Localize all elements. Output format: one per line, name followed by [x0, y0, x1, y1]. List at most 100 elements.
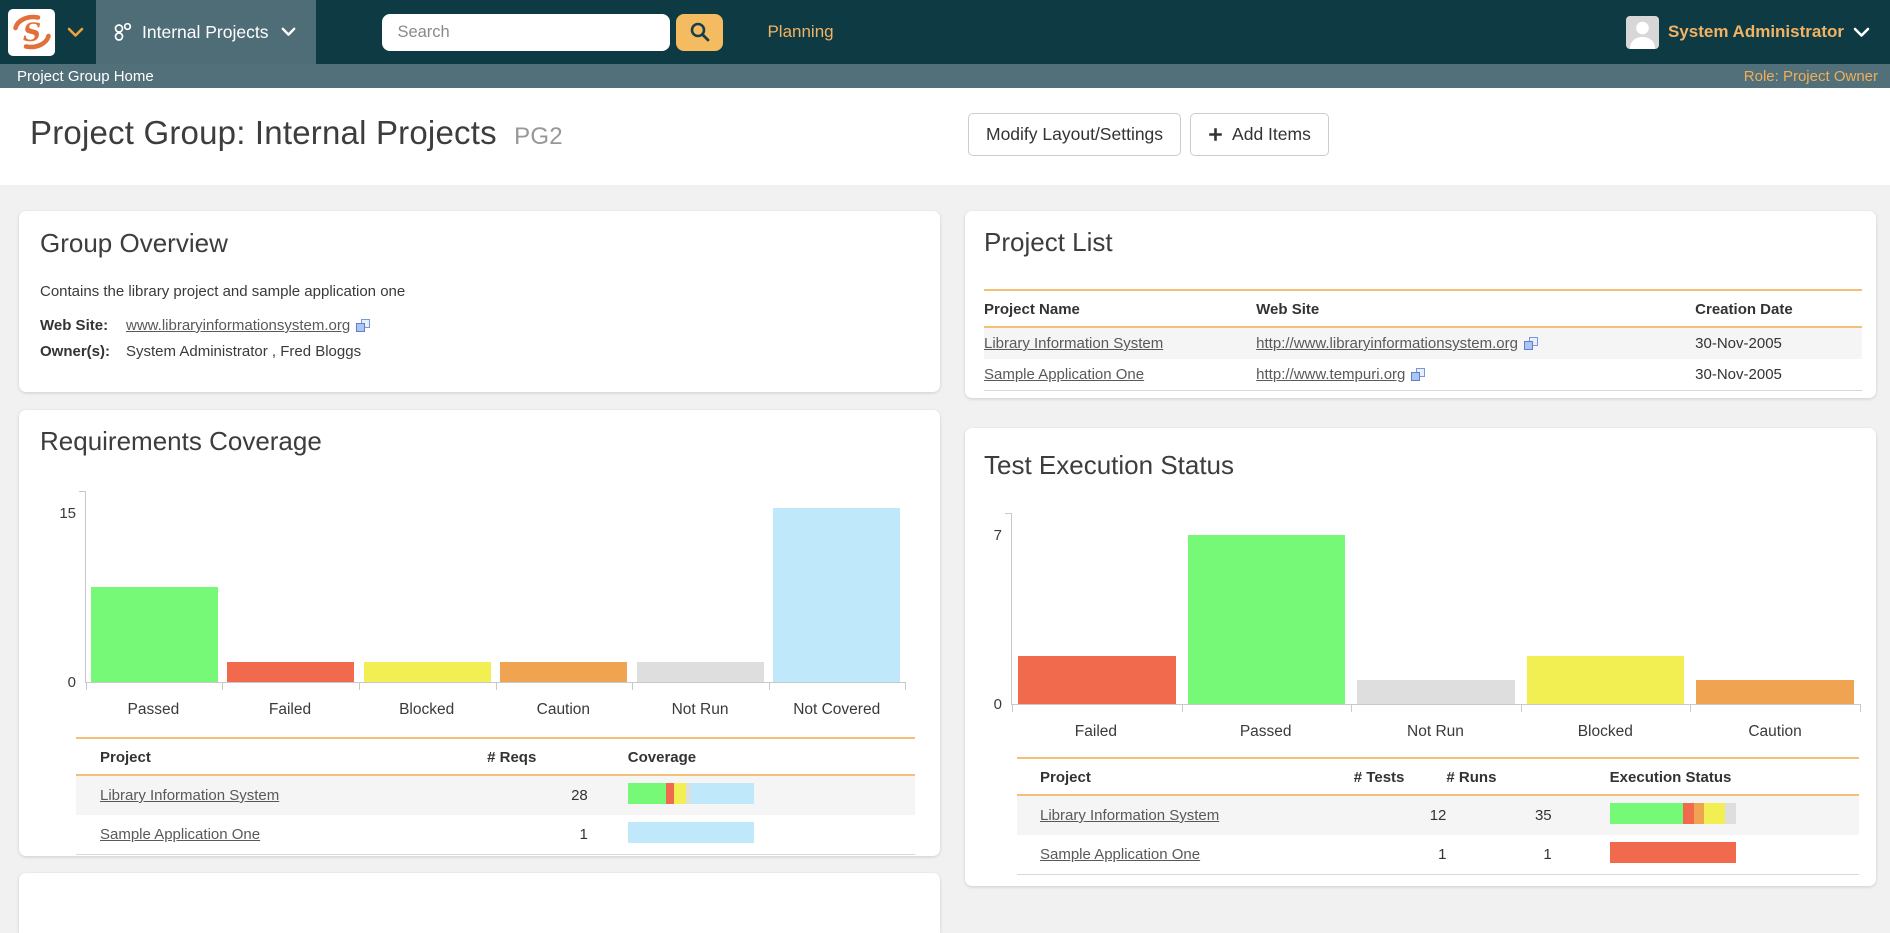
workspace-selector[interactable]: Internal Projects: [96, 0, 317, 64]
group-description: Contains the library project and sample …: [40, 283, 406, 300]
project-group-id: PG2: [514, 123, 563, 150]
website-row: Web Site: www.libraryinformationsystem.or…: [40, 317, 940, 334]
person-icon: [1625, 15, 1659, 49]
chevron-down-icon[interactable]: [67, 27, 84, 38]
open-url-icon[interactable]: [1411, 368, 1426, 381]
bar-caution[interactable]: [1696, 679, 1855, 704]
website-link[interactable]: http://www.tempuri.org: [1256, 366, 1405, 383]
project-link[interactable]: Sample Application One: [100, 826, 260, 843]
table-row: Library Information System http://www.li…: [984, 327, 1862, 359]
status-segment: [1704, 803, 1726, 824]
page-header: Project Group: Internal Projects PG2 Mod…: [0, 88, 1890, 185]
x-axis-label: Failed: [268, 701, 312, 718]
table-row: Sample Application One 1 1: [1017, 835, 1859, 875]
column-header: Project Name: [984, 289, 1257, 328]
panel-title: Requirements Coverage: [40, 426, 322, 456]
plus-icon: [1209, 128, 1222, 141]
bar-not-run[interactable]: [636, 661, 764, 682]
x-axis-tick: [631, 682, 633, 690]
website-link[interactable]: http://www.libraryinformationsystem.org: [1256, 335, 1518, 352]
project-link[interactable]: Library Information System: [984, 335, 1163, 352]
open-url-icon[interactable]: [1523, 337, 1539, 350]
project-link[interactable]: Library Information System: [100, 787, 279, 804]
bar-passed[interactable]: [90, 586, 218, 682]
bar-caution[interactable]: [500, 661, 628, 682]
breadcrumb[interactable]: Project Group Home: [17, 68, 154, 85]
table-row: Sample Application One 1: [76, 815, 915, 855]
status-segment: [1693, 803, 1705, 824]
bar-failed[interactable]: [1017, 655, 1176, 704]
column-header: # Runs: [1446, 757, 1552, 796]
add-items-label: Add Items: [1232, 124, 1311, 144]
run-count: 35: [1534, 807, 1552, 824]
x-axis-tick: [1351, 704, 1353, 712]
x-axis-tick: [495, 682, 497, 690]
project-list-panel: Project List Project Name Web Site Creat…: [965, 211, 1876, 398]
req-count: 1: [487, 815, 588, 855]
table-row: Library Information System 28: [76, 775, 915, 815]
bar-blocked[interactable]: [363, 661, 491, 682]
panel-title: Project List: [984, 227, 1113, 257]
bar-failed[interactable]: [227, 661, 355, 682]
project-link[interactable]: Sample Application One: [1040, 846, 1200, 863]
table-row: Library Information System 12 35: [1017, 795, 1859, 835]
open-url-icon[interactable]: [356, 319, 371, 332]
column-header: Project: [76, 737, 488, 776]
bar-not-covered[interactable]: [773, 507, 901, 682]
website-link[interactable]: www.libraryinformationsystem.org: [126, 317, 350, 334]
project-group-icon: [114, 22, 132, 41]
project-list-table: Project Name Web Site Creation Date Libr…: [984, 289, 1862, 391]
req-count: 28: [571, 787, 588, 804]
search-input[interactable]: [382, 13, 671, 51]
x-axis-tick: [222, 682, 224, 690]
status-segment: [666, 783, 674, 804]
bar-blocked[interactable]: [1526, 655, 1685, 704]
role-label: Role: Project Owner: [1743, 67, 1878, 85]
column-header: # Reqs: [487, 737, 588, 776]
requirements-coverage-panel: Requirements Coverage Passed Failed Blocke…: [19, 410, 940, 856]
group-overview-panel: Group Overview Contains the library proj…: [19, 211, 940, 392]
chevron-down-icon: [281, 27, 296, 37]
execution-status-bar: [1609, 803, 1736, 824]
add-items-button[interactable]: Add Items: [1190, 113, 1329, 156]
x-axis-tick: [358, 682, 360, 690]
x-axis-label: Passed: [1239, 723, 1292, 740]
creation-date: 30-Nov-2005: [1695, 359, 1862, 391]
project-link[interactable]: Library Information System: [1040, 807, 1219, 824]
next-panel-partial: [19, 873, 940, 933]
coverage-bar: [627, 822, 754, 843]
user-menu[interactable]: System Administrator: [1668, 22, 1844, 42]
status-segment: [1609, 842, 1736, 863]
status-segment: [1683, 803, 1694, 824]
search-button[interactable]: [676, 13, 724, 51]
nav-planning[interactable]: Planning: [767, 22, 833, 42]
modify-layout-button[interactable]: Modify Layout/Settings: [968, 113, 1182, 156]
table-header-row: Project # Reqs Coverage: [76, 737, 915, 776]
x-axis-tick: [1012, 704, 1013, 712]
x-axis-label: Not Run: [1407, 723, 1464, 740]
panel-title: Test Execution Status: [984, 450, 1235, 480]
run-count: 1: [1446, 835, 1552, 875]
chevron-down-icon[interactable]: [1853, 27, 1870, 38]
user-avatar[interactable]: [1625, 15, 1659, 49]
bar-passed[interactable]: [1187, 534, 1346, 704]
column-header: # Tests: [1353, 757, 1447, 796]
page-title: Project Group: Internal Projects: [30, 114, 497, 151]
column-header: Coverage: [587, 737, 915, 776]
status-segment: [1725, 803, 1736, 824]
page: { "topbar": { "workspace_label": "Intern…: [0, 0, 1890, 933]
svg-text:S: S: [22, 18, 40, 47]
x-axis-tick: [1860, 704, 1861, 712]
x-axis-tick: [1690, 704, 1692, 712]
test-count: 12: [1429, 807, 1447, 824]
project-link[interactable]: Sample Application One: [984, 366, 1144, 383]
column-header: Execution Status: [1551, 757, 1859, 796]
bar-not-run[interactable]: [1357, 679, 1515, 704]
owners-row: Owner(s): System Administrator , Fred Blo…: [40, 343, 940, 360]
status-segment: [673, 783, 686, 804]
column-header: Web Site: [1256, 289, 1696, 328]
search-icon: [690, 22, 710, 42]
spira-logo-icon: S: [12, 14, 51, 50]
x-axis-label: Passed: [127, 701, 180, 718]
app-logo[interactable]: S: [8, 8, 55, 56]
